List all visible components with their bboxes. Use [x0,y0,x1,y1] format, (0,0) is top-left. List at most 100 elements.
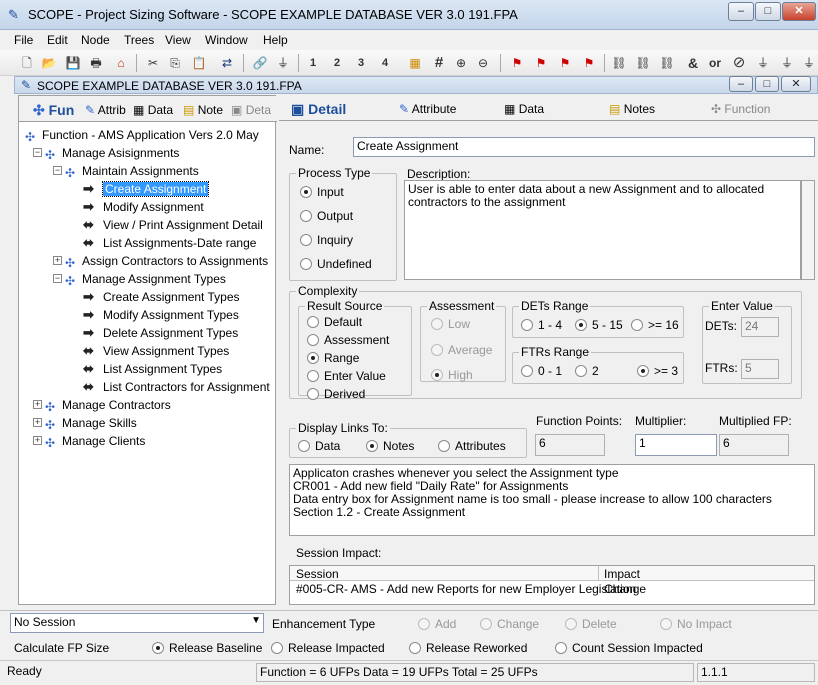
tree-maintain-assignments[interactable]: ✣ Maintain Assignments [65,163,199,180]
level-1-icon[interactable]: 1 [304,54,322,72]
collapse-icon[interactable]: − [53,166,62,175]
tree-view-types[interactable]: ⬌ View Assignment Types [83,343,229,359]
tab-function-right[interactable]: ✣ Function [711,98,770,120]
radio-links-attributes[interactable]: Attributes [438,439,506,453]
table-row[interactable]: #005-CR- AMS - Add new Reports for new E… [290,581,814,597]
tree-manage-skills[interactable]: ✣ Manage Skills [45,415,137,432]
level-4-icon[interactable]: 4 [376,54,394,72]
radio-links-notes[interactable]: Notes [366,439,414,453]
hash-icon[interactable]: # [430,54,448,72]
paste-icon[interactable]: 📋 [190,54,208,72]
menu-node[interactable]: Node [81,33,110,47]
tab-notes[interactable]: ▤ Note [181,99,223,121]
list-item[interactable]: Section 1.2 - Create Assignment [293,506,811,519]
flag-doc-icon[interactable]: ⚑ [556,54,574,72]
radio-release-impacted[interactable]: Release Impacted [271,641,385,655]
radio-high[interactable]: High [431,368,473,382]
radio-input[interactable]: Input [300,185,344,199]
ftrs-field[interactable]: 5 [741,359,779,379]
tab-detail[interactable]: ▣ Deta [229,99,271,121]
name-field[interactable]: Create Assignment [353,137,815,157]
radio-undefined[interactable]: Undefined [300,257,372,271]
description-scrollbar[interactable] [801,180,815,280]
menu-trees[interactable]: Trees [124,33,154,47]
save-icon[interactable]: 💾 [64,54,82,72]
filter-check-icon[interactable]: ⏚ [754,54,772,72]
flag-list-icon[interactable]: ⚑ [580,54,598,72]
menu-window[interactable]: Window [205,33,248,47]
expand-icon[interactable]: + [33,400,42,409]
expand-icon[interactable]: + [53,256,62,265]
child-maximize-button[interactable]: □ [755,76,779,92]
radio-dets-1-4[interactable]: 1 - 4 [521,318,562,332]
radio-inquiry[interactable]: Inquiry [300,233,353,247]
tree-list-assignments[interactable]: ⬌ List Assignments-Date range [83,235,256,251]
swap-icon[interactable]: ⇄ [218,54,236,72]
child-close-button[interactable]: ✕ [781,76,811,92]
chevron-down-icon[interactable]: ▼ [251,615,261,626]
home-icon[interactable]: ⌂ [112,54,130,72]
filter-cross-icon[interactable]: ⏚ [778,54,796,72]
link-chain-3-icon[interactable]: ⛓ [658,54,676,72]
close-button[interactable]: ✕ [782,2,816,21]
minimize-button[interactable]: – [728,2,754,21]
radio-output[interactable]: Output [300,209,353,223]
radio-derived[interactable]: Derived [307,387,365,401]
tree-list-types[interactable]: ⬌ List Assignment Types [83,361,222,377]
tab-notes-right[interactable]: ▤ Notes [609,98,655,120]
tab-data[interactable]: ▦ Data [131,99,173,121]
collapse-icon[interactable]: − [53,274,62,283]
tree-delete-types[interactable]: ➡ Delete Assignment Types [83,325,238,341]
session-select[interactable]: No Session ▼ [10,613,264,633]
expand-icon[interactable]: + [33,436,42,445]
open-folder-icon[interactable]: 📂 [40,54,58,72]
level-3-icon[interactable]: 3 [352,54,370,72]
menu-edit[interactable]: Edit [47,33,68,47]
radio-range[interactable]: Range [307,351,359,365]
tree-modify-types[interactable]: ➡ Modify Assignment Types [83,307,239,323]
radio-dets-5-15[interactable]: 5 - 15 [575,318,623,332]
link-chain-2-icon[interactable]: ⛓ [634,54,652,72]
radio-ftrs-0-1[interactable]: 0 - 1 [521,364,562,378]
radio-release-reworked[interactable]: Release Reworked [409,641,527,655]
tree-modify-assignment[interactable]: ➡ Modify Assignment [83,199,204,215]
tree-view-print[interactable]: ⬌ View / Print Assignment Detail [83,217,263,233]
tree-create-assignment[interactable]: ➡ Create Assignment [83,181,210,197]
radio-enh-change[interactable]: Change [480,617,539,631]
child-minimize-button[interactable]: – [729,76,753,92]
column-session[interactable]: Session [296,567,339,581]
radio-assessment[interactable]: Assessment [307,333,389,347]
menu-help[interactable]: Help [263,33,288,47]
radio-ftrs-2[interactable]: 2 [575,364,599,378]
tab-attribute[interactable]: ✎ Attrib [83,99,126,121]
grid-icon[interactable]: ▦ [406,54,424,72]
tree-manage-asisignments[interactable]: ✣ Manage Asisignments [45,145,179,162]
tree-list-contractors[interactable]: ⬌ List Contractors for Assignment T [83,379,273,395]
level-2-icon[interactable]: 2 [328,54,346,72]
radio-average[interactable]: Average [431,343,492,357]
radio-default[interactable]: Default [307,315,362,329]
menu-file[interactable]: File [14,33,33,47]
tree-assign-contractors[interactable]: ✣ Assign Contractors to Assignments [65,253,268,270]
link-icon[interactable]: 🔗 [251,54,269,72]
link-chain-icon[interactable]: ⛓ [610,54,628,72]
dets-field[interactable]: 24 [741,317,779,337]
tab-attribute-right[interactable]: ✎ Attribute [399,98,456,120]
tree-root[interactable]: ✣ Function - AMS Application Vers 2.0 May [25,127,259,144]
or-icon[interactable]: or [706,54,724,72]
tree-manage-clients[interactable]: ✣ Manage Clients [45,433,145,450]
expand-icon[interactable]: + [33,418,42,427]
zoom-in-icon[interactable]: ⊕ [452,54,470,72]
new-file-icon[interactable]: 🗋 [18,54,36,72]
multiplier-field[interactable]: 1 [635,434,717,456]
cut-icon[interactable]: ✂ [144,54,162,72]
radio-enh-add[interactable]: Add [418,617,456,631]
print-icon[interactable]: 🖶 [87,54,105,72]
radio-links-data[interactable]: Data [298,439,340,453]
radio-enter-value[interactable]: Enter Value [307,369,386,383]
radio-dets-16[interactable]: >= 16 [631,318,679,332]
collapse-icon[interactable]: − [33,148,42,157]
tab-detail-active[interactable]: ▣ Detail [291,98,346,120]
radio-ftrs-3[interactable]: >= 3 [637,364,678,378]
tab-data-right[interactable]: ▦ Data [504,98,544,120]
